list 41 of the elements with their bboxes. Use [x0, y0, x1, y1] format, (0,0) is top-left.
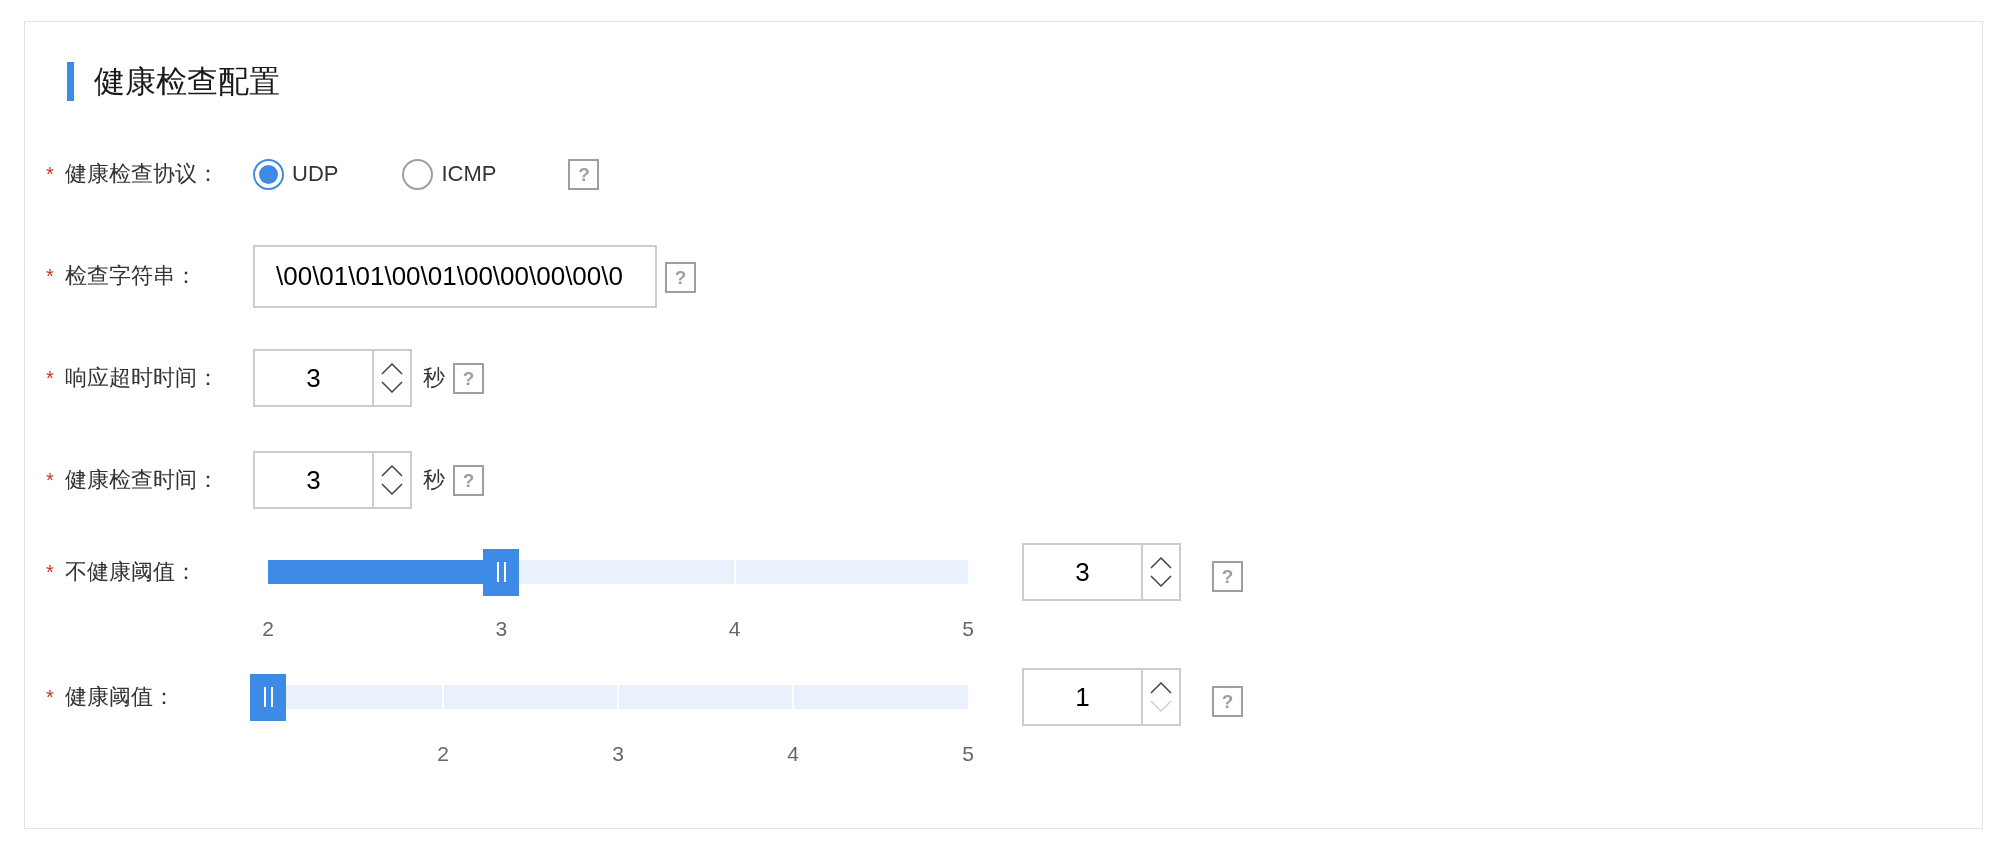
- field-label: 健康阈值：: [65, 686, 175, 708]
- text-input[interactable]: \00\01\01\00\01\00\00\00\00\0: [253, 244, 657, 308]
- chevron-up-icon: [1150, 682, 1172, 694]
- required-mark: *: [46, 687, 54, 707]
- tick-label: 5: [962, 617, 974, 641]
- radio-option[interactable]: UDP: [253, 158, 339, 190]
- title-accent-bar: [67, 62, 74, 101]
- field-label: 健康检查协议：: [65, 163, 219, 185]
- number-field[interactable]: 1: [1024, 670, 1141, 724]
- field-label: 健康检查时间：: [65, 469, 219, 491]
- radio-option[interactable]: ICMP: [402, 158, 497, 190]
- chevron-up-icon: [1150, 557, 1172, 569]
- slider-thumb[interactable]: [250, 673, 286, 721]
- required-mark: *: [46, 470, 54, 490]
- required-mark: *: [46, 368, 54, 388]
- tick-label: 5: [962, 742, 974, 766]
- tick-label: 4: [728, 617, 741, 641]
- section-title: 健康检查配置: [94, 66, 280, 97]
- field-label: 检查字符串：: [65, 265, 197, 287]
- tick-label: 2: [437, 742, 449, 766]
- chevron-down-icon: [1150, 575, 1172, 587]
- number-field[interactable]: 3: [255, 453, 372, 507]
- unit-label: 秒: [423, 469, 445, 491]
- field-label: 不健康阈值：: [65, 561, 197, 583]
- tick-label: 3: [495, 617, 508, 641]
- required-mark: *: [46, 562, 54, 582]
- chevron-up-icon: [381, 465, 403, 477]
- chevron-down-icon: [1150, 700, 1172, 712]
- number-field[interactable]: 3: [1024, 545, 1141, 599]
- field-label: 响应超时时间：: [65, 367, 219, 389]
- number-field[interactable]: 3: [255, 351, 372, 405]
- required-mark: *: [46, 164, 54, 184]
- tick-label: 3: [612, 742, 624, 766]
- chevron-up-icon: [381, 363, 403, 375]
- required-mark: *: [46, 266, 54, 286]
- tick-label: 2: [262, 617, 274, 641]
- chevron-down-icon: [381, 483, 403, 495]
- slider-thumb[interactable]: [483, 548, 520, 596]
- tick-label: 4: [787, 742, 799, 766]
- unit-label: 秒: [423, 367, 445, 389]
- chevron-down-icon: [381, 381, 403, 393]
